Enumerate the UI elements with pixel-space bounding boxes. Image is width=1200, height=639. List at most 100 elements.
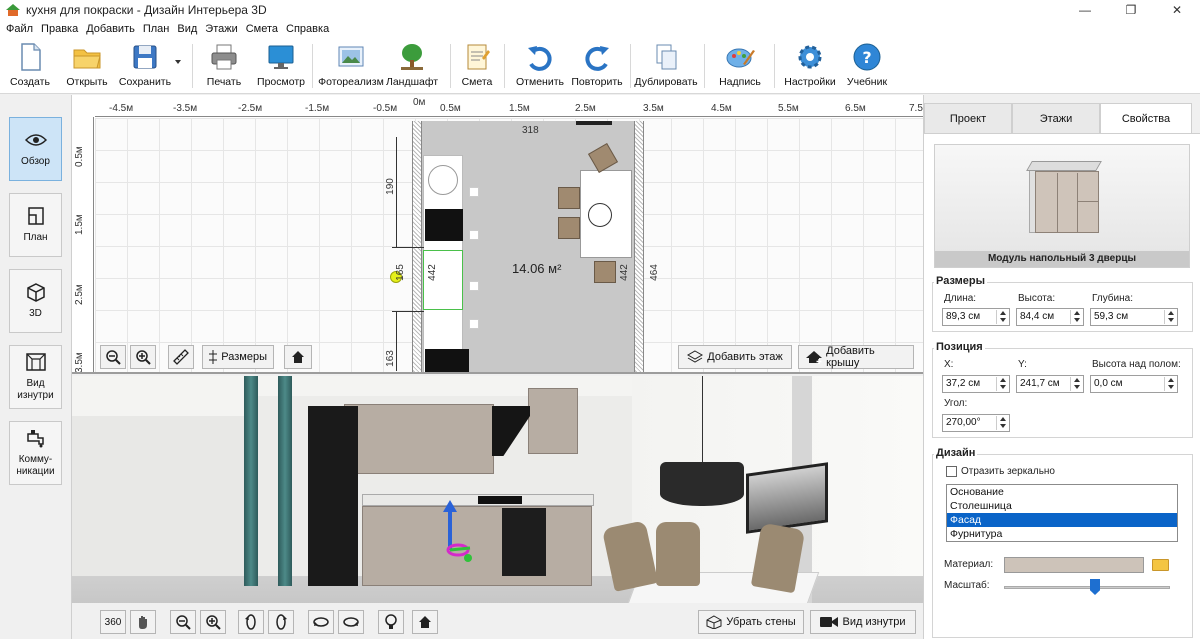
menu-estimate[interactable]: Смета <box>246 23 278 35</box>
lighting-button[interactable] <box>378 610 404 634</box>
pendant-lamp-3d[interactable] <box>660 462 744 506</box>
list-item[interactable]: Основание <box>947 485 1177 499</box>
label-button[interactable]: Надпись <box>716 42 764 92</box>
app-house-icon <box>6 4 20 16</box>
scale-slider-track[interactable] <box>1004 586 1170 589</box>
menu-floors[interactable]: Этажи <box>205 23 237 35</box>
height-field[interactable]: 84,4 см <box>1016 308 1084 326</box>
floor-plan-canvas[interactable]: -4.5м -3.5м -2.5м -1.5м -0.5м 0м 0.5м 1.… <box>72 95 923 374</box>
pan-hand-button[interactable] <box>130 610 156 634</box>
video-camera-icon <box>820 617 839 627</box>
chair-2d[interactable] <box>558 217 580 239</box>
settings-button[interactable]: Настройки <box>784 42 836 92</box>
menu-bar: Файл Правка Добавить План Вид Этажи Смет… <box>0 20 1200 38</box>
sink-2d[interactable] <box>428 165 458 195</box>
lower-cabinets-3d[interactable] <box>362 506 592 586</box>
upper-cabinets-3d[interactable] <box>344 404 494 474</box>
add-floor-button[interactable]: Добавить этаж <box>678 345 792 369</box>
list-item[interactable]: Столешница <box>947 499 1177 513</box>
wall-picture-3d[interactable] <box>746 462 828 534</box>
3d-zoom-out-button[interactable] <box>170 610 196 634</box>
wall-right[interactable] <box>634 121 644 372</box>
create-button[interactable]: Создать <box>8 42 52 92</box>
mirror-label[interactable]: Отразить зеркально <box>961 466 1055 477</box>
menu-plan[interactable]: План <box>143 23 170 35</box>
inside-view-button[interactable]: Вид изнутри <box>9 345 62 409</box>
list-item-selected[interactable]: Фасад <box>947 513 1177 527</box>
zoom-in-button[interactable] <box>130 345 156 369</box>
dimensions-button[interactable]: Размеры <box>202 345 274 369</box>
elevation-field[interactable]: 0,0 см <box>1090 375 1178 393</box>
cooktop-2d[interactable] <box>425 209 463 241</box>
tilt-up-button[interactable] <box>308 610 334 634</box>
3d-viewport[interactable] <box>72 376 923 639</box>
home-view-button[interactable] <box>284 345 312 369</box>
tilt-down-button[interactable] <box>338 610 364 634</box>
socket-2d <box>469 230 479 240</box>
menu-edit[interactable]: Правка <box>41 23 78 35</box>
inside-view-camera-button[interactable]: Вид изнутри <box>810 610 916 634</box>
undo-arrow-icon <box>525 42 555 72</box>
help-question-icon: ? <box>852 42 882 72</box>
mirror-checkbox[interactable] <box>946 466 957 477</box>
fridge-2d[interactable] <box>425 349 469 372</box>
3d-home-button[interactable] <box>412 610 438 634</box>
chair-3d[interactable] <box>656 522 700 586</box>
position-y-field[interactable]: 241,7 см <box>1016 375 1084 393</box>
duplicate-icon <box>651 42 681 72</box>
menu-file[interactable]: Файл <box>6 23 33 35</box>
picture-2d[interactable] <box>576 121 612 125</box>
pendant-lamp-2d[interactable] <box>588 203 612 227</box>
cooktop-3d[interactable] <box>478 496 522 504</box>
preview-button[interactable]: Просмотр <box>257 42 305 92</box>
menu-view[interactable]: Вид <box>177 23 197 35</box>
zoom-out-button[interactable] <box>100 345 126 369</box>
minimize-button[interactable]: — <box>1062 0 1108 20</box>
pipe-3d[interactable] <box>244 376 258 586</box>
chair-2d[interactable] <box>594 261 616 283</box>
remove-walls-button[interactable]: Убрать стены <box>698 610 804 634</box>
tutorial-button[interactable]: ? Учебник <box>846 42 888 92</box>
pipe-3d[interactable] <box>278 376 292 586</box>
photorealism-button[interactable]: Фотореализм <box>318 42 384 92</box>
save-dropdown-arrow-icon[interactable] <box>175 60 181 64</box>
save-button[interactable]: Сохранить <box>118 42 172 92</box>
utilities-button[interactable]: Комму-никации <box>9 421 62 485</box>
chair-2d[interactable] <box>558 187 580 209</box>
length-field[interactable]: 89,3 см <box>942 308 1010 326</box>
tab-project[interactable]: Проект <box>924 103 1012 133</box>
overview-button[interactable]: Обзор <box>9 117 62 181</box>
depth-field[interactable]: 59,3 см <box>1090 308 1178 326</box>
estimate-button[interactable]: Смета <box>460 42 494 92</box>
menu-add[interactable]: Добавить <box>86 23 135 35</box>
restore-button[interactable]: ❐ <box>1108 0 1154 20</box>
menu-help[interactable]: Справка <box>286 23 329 35</box>
rotate-left-button[interactable] <box>238 610 264 634</box>
angle-field[interactable]: 270,00° <box>942 414 1010 432</box>
upper-cabinet-3d[interactable] <box>528 388 578 454</box>
open-button[interactable]: Открыть <box>64 42 110 92</box>
3d-view-button[interactable]: 3D <box>9 269 62 333</box>
oven-3d[interactable] <box>502 508 546 576</box>
ruler-tool-button[interactable] <box>168 345 194 369</box>
print-button[interactable]: Печать <box>204 42 244 92</box>
folder-open-icon[interactable] <box>1152 559 1169 571</box>
add-roof-button[interactable]: Добавить крышу <box>798 345 914 369</box>
redo-button[interactable]: Повторить <box>570 42 624 92</box>
rotate-right-button[interactable] <box>268 610 294 634</box>
duplicate-button[interactable]: Дублировать <box>634 42 698 92</box>
rotate-360-button[interactable]: 360 <box>100 610 126 634</box>
close-button[interactable]: ✕ <box>1154 0 1200 20</box>
tab-properties[interactable]: Свойства <box>1100 103 1192 133</box>
3d-zoom-in-button[interactable] <box>200 610 226 634</box>
list-item[interactable]: Фурнитура <box>947 527 1177 541</box>
fridge-3d[interactable] <box>308 406 358 586</box>
position-x-field[interactable]: 37,2 см <box>942 375 1010 393</box>
parts-list[interactable]: Основание Столешница Фасад Фурнитура <box>946 484 1178 542</box>
landscape-button[interactable]: Ландшафт <box>386 42 438 92</box>
plan-view-button[interactable]: План <box>9 193 62 257</box>
tab-floors[interactable]: Этажи <box>1012 103 1100 133</box>
material-swatch[interactable] <box>1004 557 1144 573</box>
transform-gizmo-icon[interactable] <box>436 498 476 568</box>
undo-button[interactable]: Отменить <box>516 42 564 92</box>
